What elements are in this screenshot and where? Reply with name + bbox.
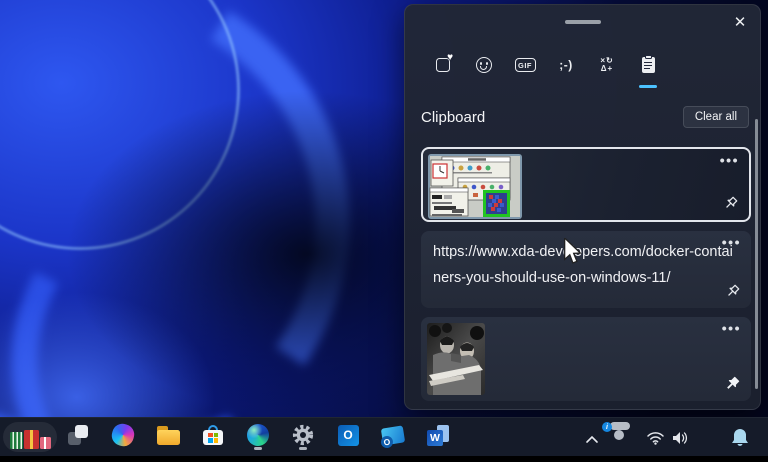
emoji-smiley-icon — [476, 57, 492, 73]
clipboard-header: Clipboard Clear all — [421, 104, 749, 130]
clear-all-button[interactable]: Clear all — [683, 106, 749, 128]
running-indicator — [254, 447, 262, 450]
clipboard-photo-thumbnail — [427, 323, 485, 395]
clipboard-item-text[interactable]: https://www.xda-developers.com/docker-co… — [421, 231, 751, 308]
clipboard-item-image-2[interactable]: ••• — [421, 317, 751, 401]
drag-handle[interactable] — [565, 20, 601, 24]
pin-outline-icon — [725, 284, 740, 299]
taskbar: O O W i — [0, 417, 768, 456]
taskbar-task-view-button[interactable] — [66, 423, 90, 447]
taskbar-word-button[interactable]: W — [426, 423, 450, 447]
tray-notifications-button[interactable] — [730, 427, 750, 451]
tray-volume-button[interactable] — [671, 430, 689, 449]
taskbar-widgets-button[interactable] — [3, 422, 57, 452]
item-more-button[interactable]: ••• — [720, 151, 739, 169]
clipboard-item-image-1[interactable]: ••• — [421, 147, 751, 222]
tab-symbols[interactable]: ×↻ Δ+ — [591, 49, 623, 81]
edge-icon — [247, 424, 269, 446]
tab-kaomoji[interactable]: ;-) — [550, 49, 582, 81]
taskbar-copilot-button[interactable] — [111, 423, 135, 447]
close-button[interactable]: ✕ — [725, 9, 755, 37]
item-more-button[interactable]: ••• — [722, 233, 741, 251]
item-unpin-button[interactable] — [724, 376, 740, 395]
taskbar-edge-button[interactable] — [246, 423, 270, 447]
kaomoji-icon: ;-) — [559, 58, 573, 72]
wifi-icon — [646, 431, 665, 445]
taskbar-outlook-button[interactable]: O — [336, 423, 360, 447]
outlook-icon: O — [338, 425, 359, 446]
item-pin-button[interactable] — [725, 284, 740, 302]
tab-recent[interactable]: ♥ — [427, 49, 459, 81]
taskbar-settings-button[interactable] — [291, 423, 315, 447]
outlook-new-icon: O — [381, 425, 405, 445]
taskbar-outlook-new-button[interactable]: O — [381, 423, 405, 447]
tray-show-hidden-icons-button[interactable] — [585, 432, 599, 447]
pin-filled-icon — [724, 376, 740, 392]
notification-bell-icon — [730, 427, 750, 448]
gift-box-icon — [24, 430, 39, 449]
screen: ✕ ♥ GIF ;-) ×↻ Δ+ — [0, 0, 768, 462]
clipboard-icon — [642, 57, 655, 73]
page-title: Clipboard — [421, 109, 485, 126]
recent-favorites-icon: ♥ — [436, 58, 450, 72]
tab-gif[interactable]: GIF — [509, 49, 541, 81]
gift-box-icon — [10, 432, 23, 449]
speaker-icon — [671, 430, 689, 446]
item-more-button[interactable]: ••• — [722, 319, 741, 337]
heart-icon: ♥ — [447, 52, 453, 63]
letterbox-bar — [0, 456, 768, 462]
tray-wifi-button[interactable] — [646, 431, 665, 448]
running-indicator — [299, 447, 307, 450]
gift-box-icon — [40, 437, 51, 449]
gif-icon: GIF — [515, 58, 536, 72]
file-explorer-icon — [157, 426, 180, 445]
panel-scrollbar[interactable] — [755, 119, 758, 389]
picker-tab-bar: ♥ GIF ;-) ×↻ Δ+ — [427, 49, 664, 81]
gear-icon — [292, 424, 314, 446]
clipboard-text-content: https://www.xda-developers.com/docker-co… — [433, 239, 733, 291]
clipboard-image-thumbnail — [428, 154, 522, 219]
item-pin-button[interactable] — [723, 196, 738, 214]
info-badge-icon: i — [602, 422, 612, 432]
taskbar-file-explorer-button[interactable] — [156, 423, 180, 447]
clipboard-flyout-panel: ✕ ♥ GIF ;-) ×↻ Δ+ — [404, 4, 761, 410]
task-view-icon — [68, 425, 88, 445]
pin-outline-icon — [723, 196, 738, 211]
tab-emoji[interactable] — [468, 49, 500, 81]
tab-clipboard[interactable] — [632, 49, 664, 81]
microsoft-store-icon — [203, 425, 223, 445]
word-icon: W — [427, 425, 449, 446]
chevron-up-icon — [585, 435, 599, 444]
active-tab-indicator — [639, 85, 657, 89]
copilot-icon — [110, 422, 137, 449]
taskbar-microsoft-store-button[interactable] — [201, 423, 225, 447]
symbols-icon: ×↻ Δ+ — [600, 57, 613, 73]
